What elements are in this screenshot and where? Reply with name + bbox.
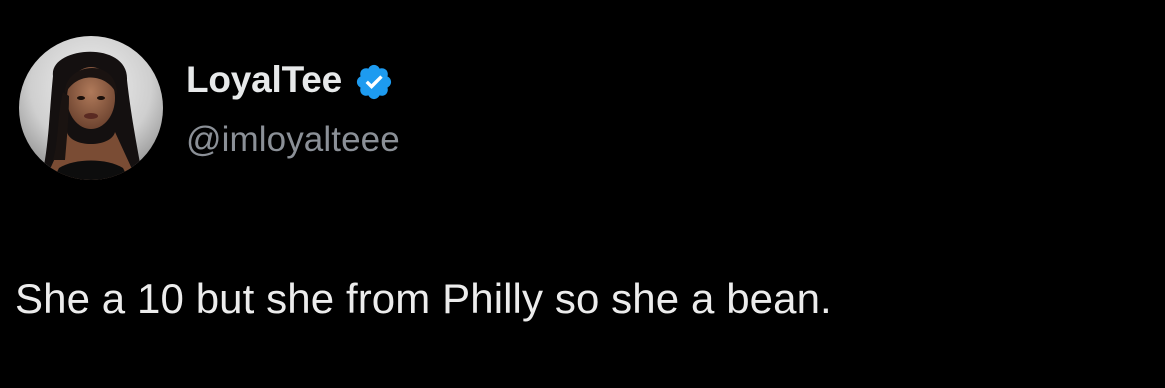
tweet-text: She a 10 but she from Philly so she a be… <box>15 275 832 322</box>
profile-photo-icon <box>19 36 163 180</box>
display-name[interactable]: LoyalTee <box>186 59 342 101</box>
avatar[interactable] <box>19 36 163 180</box>
author-handle[interactable]: @imloyalteee <box>186 120 400 160</box>
verified-badge-icon <box>356 64 392 99</box>
tweet-card: LoyalTee @imloyalteee She a 10 but she f… <box>0 0 1165 388</box>
author-name-row: LoyalTee <box>186 54 394 106</box>
